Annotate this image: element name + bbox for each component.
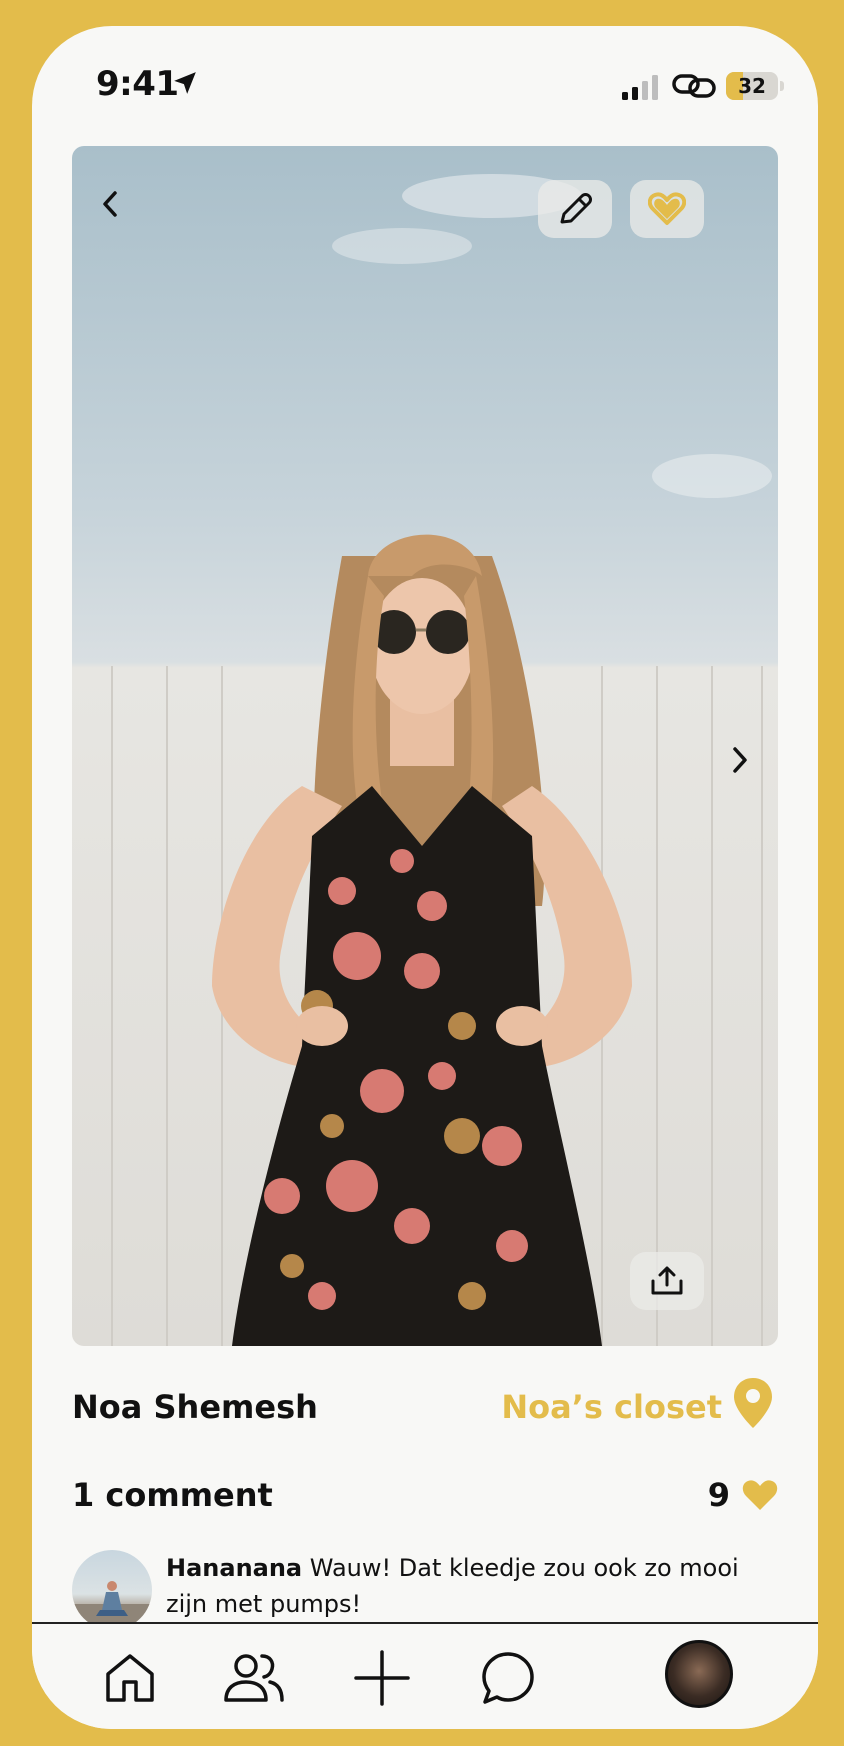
favorite-button[interactable] [630,180,704,238]
edit-button[interactable] [538,180,612,238]
battery-indicator: 32 [726,72,778,100]
battery-level: 32 [738,74,766,98]
tab-home[interactable] [98,1646,162,1710]
phone-screen: 9:41 32 Noa Shemesh Noa’s closet 1 comme… [32,26,818,1729]
friends-icon [224,1654,284,1702]
avatar-image [72,1581,152,1630]
heart-icon [648,192,686,225]
location-arrow-icon [174,72,196,94]
post-photo[interactable] [72,146,778,1346]
pencil-icon [560,193,592,224]
tab-add[interactable] [350,1646,414,1710]
tab-friends[interactable] [222,1646,286,1710]
status-bar: 9:41 32 [32,26,818,136]
personal-hotspot-icon [672,74,716,98]
photo-scene [111,174,772,1346]
home-icon [106,1654,154,1702]
chat-icon [482,1652,534,1704]
back-button[interactable] [90,184,130,224]
battery-nub [780,81,784,91]
share-button[interactable] [630,1252,704,1310]
closet-link[interactable]: Noa’s closet [501,1388,722,1426]
signal-icon [622,75,658,100]
likes-count: 9 [707,1476,730,1514]
status-time: 9:41 [96,64,179,104]
comment-text: Hananana Wauw! Dat kleedje zou ook zo mo… [166,1550,786,1622]
tab-chat[interactable] [476,1646,540,1710]
share-icon [651,1266,683,1295]
heart-icon[interactable] [742,1478,778,1512]
location-pin-icon[interactable] [732,1376,774,1430]
chevron-left-icon [103,191,117,217]
tab-bar [32,1622,818,1729]
next-photo-button[interactable] [720,740,760,780]
owner-name[interactable]: Noa Shemesh [72,1388,318,1426]
tab-profile-avatar[interactable] [665,1640,733,1708]
comment-author[interactable]: Hananana [166,1554,302,1582]
add-icon [354,1650,410,1706]
comment-avatar[interactable] [72,1550,152,1630]
comments-count: 1 comment [72,1476,273,1514]
chevron-right-icon [733,747,747,773]
